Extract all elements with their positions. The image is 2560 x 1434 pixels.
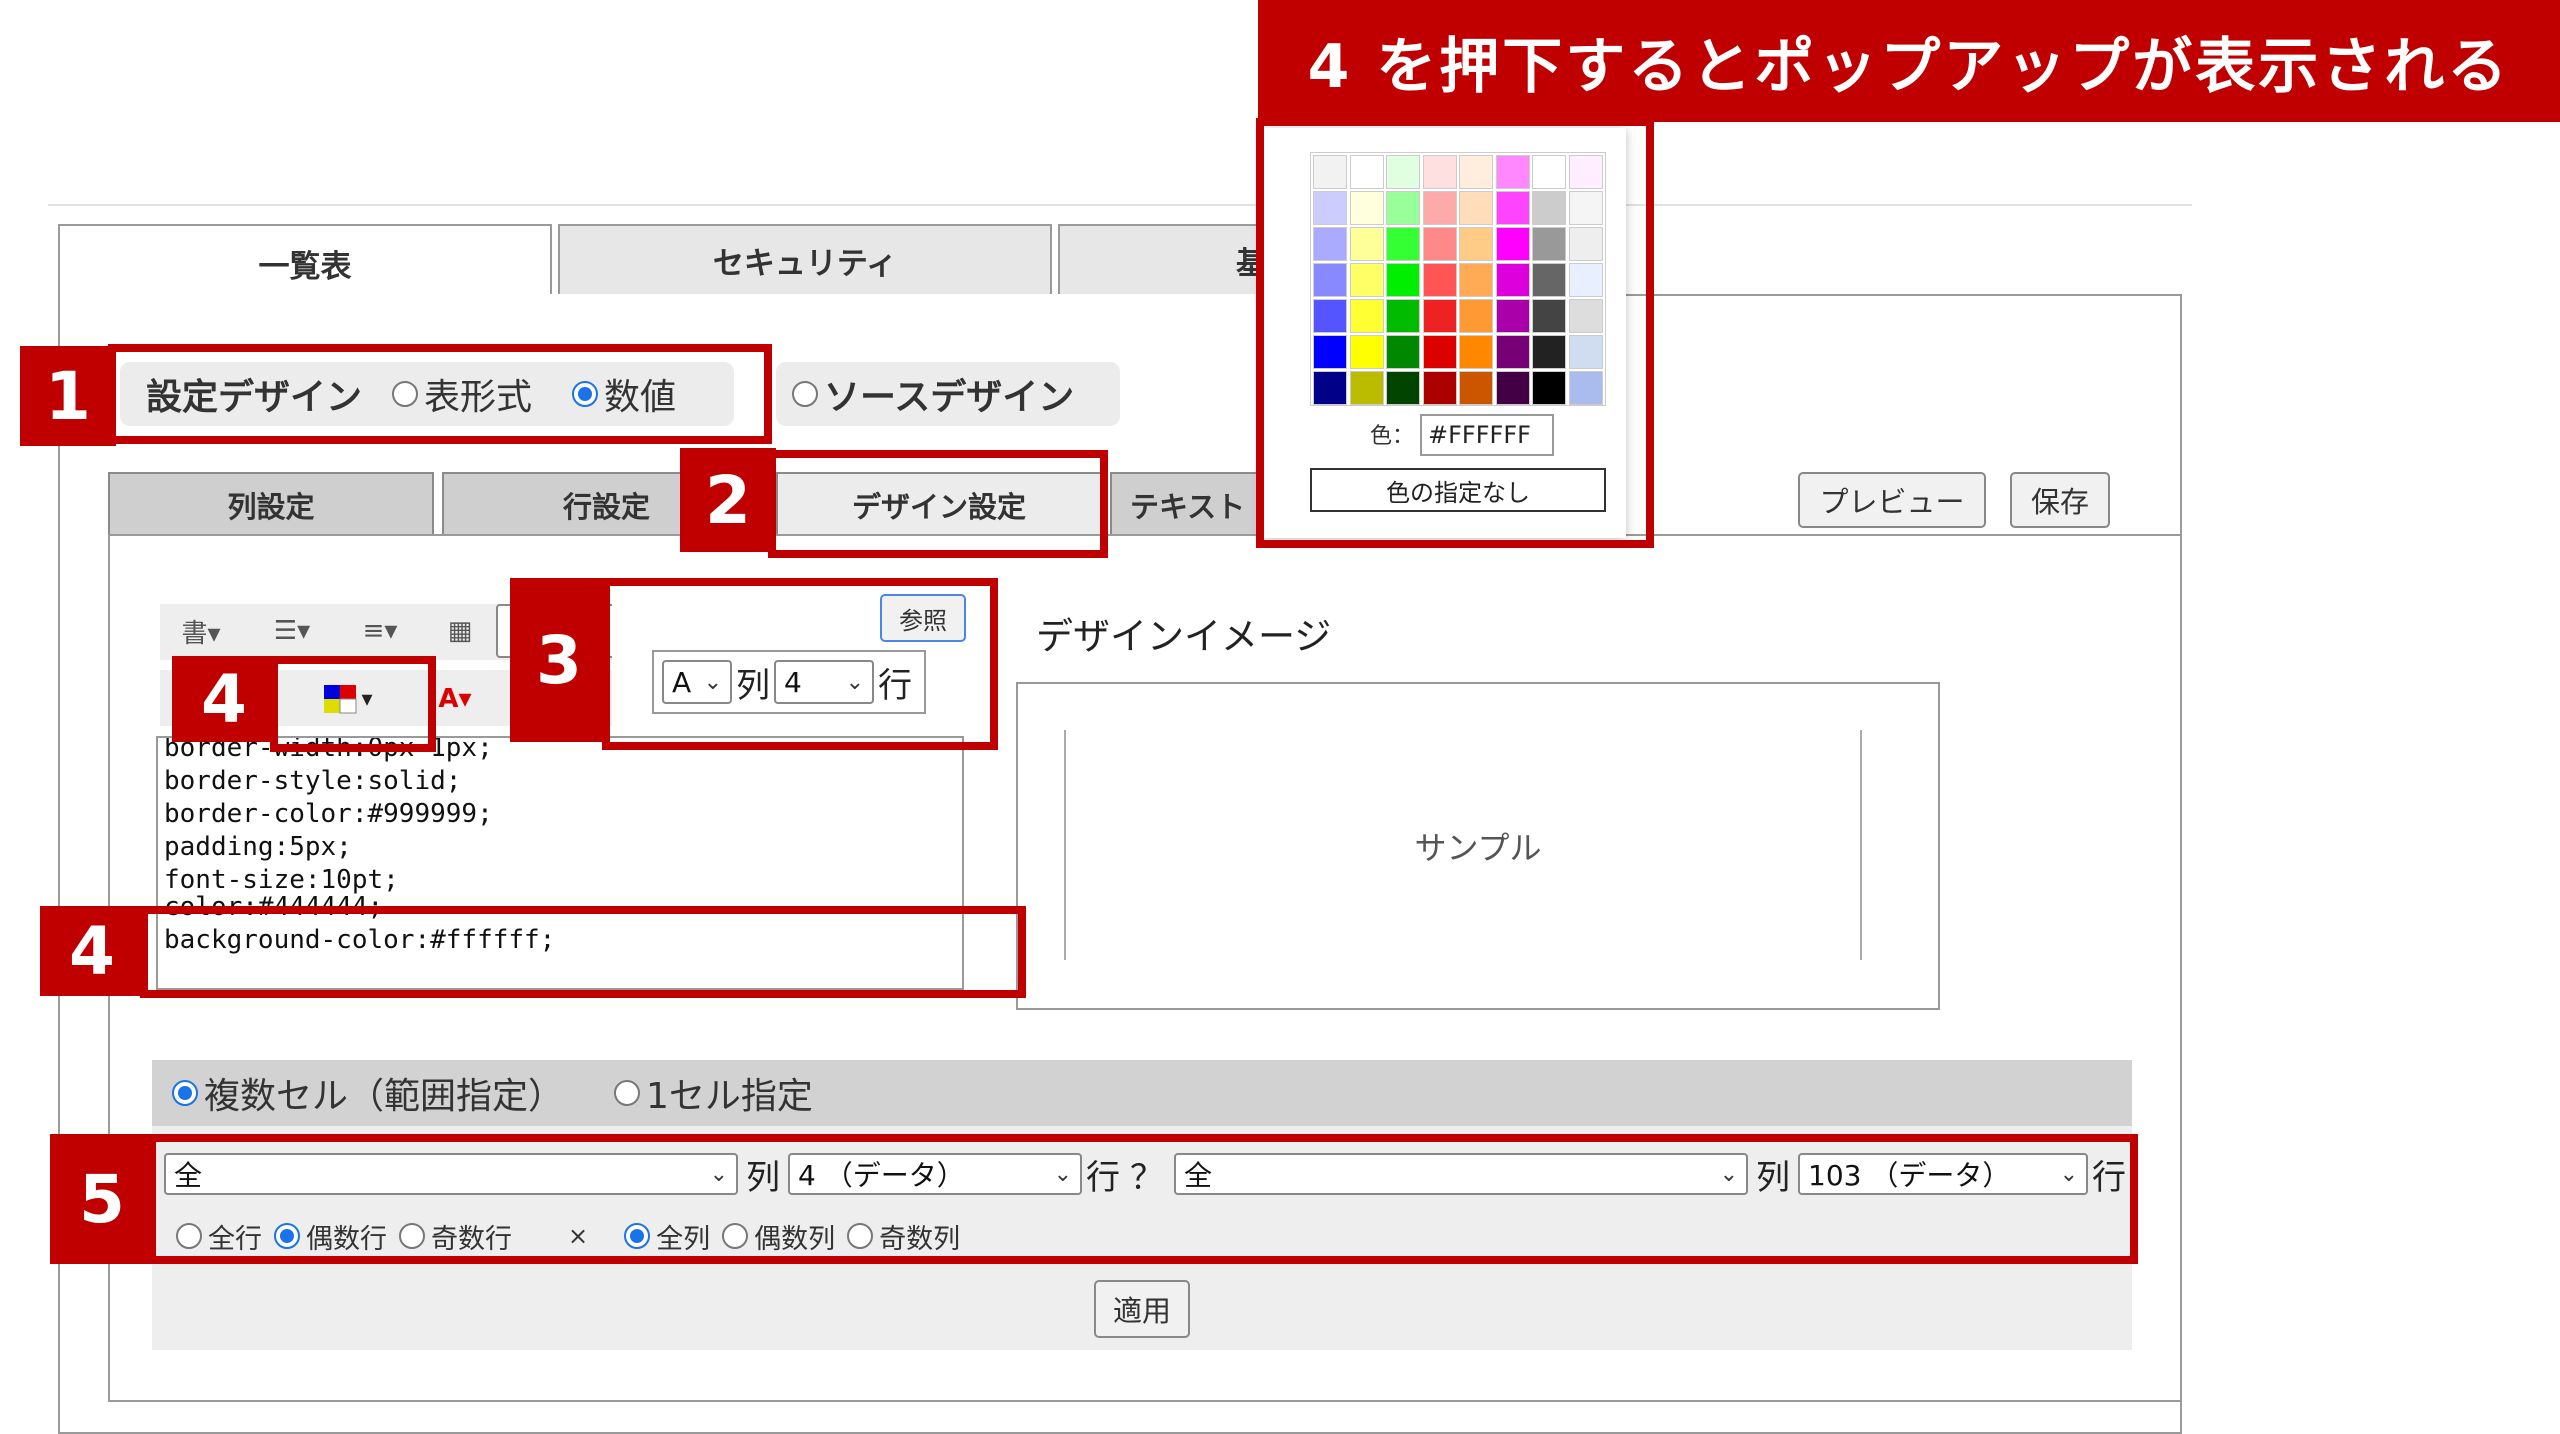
table-grid-icon[interactable]: ▦ <box>432 608 488 654</box>
css-line: padding:5px; <box>164 832 352 862</box>
tab-security[interactable]: セキュリティ <box>558 224 1052 294</box>
tab-list[interactable]: 一覧表 <box>58 224 552 300</box>
radio-source-label: ソースデザイン <box>824 377 1075 418</box>
preview-box: サンプル <box>1016 682 1940 1010</box>
save-button[interactable]: 保存 <box>2010 472 2110 528</box>
preview-sample: サンプル <box>1414 829 1542 867</box>
annotation-box-1 <box>108 344 772 444</box>
annotation-box-5 <box>148 1134 2138 1264</box>
annotation-box-2 <box>768 450 1108 558</box>
annotation-box-4b <box>140 906 1026 998</box>
align-dropdown-icon[interactable]: ☰▾ <box>256 608 328 654</box>
callout-1: 1 <box>20 346 116 446</box>
radio-multi-cell[interactable] <box>172 1080 198 1106</box>
callout-5: 5 <box>50 1134 154 1264</box>
radio-single-cell[interactable] <box>614 1080 641 1106</box>
radio-source[interactable] <box>792 381 818 407</box>
callout-4b: 4 <box>40 906 144 996</box>
source-design-group: ソースデザイン <box>776 362 1120 426</box>
callout-4a: 4 <box>172 656 276 742</box>
top-divider <box>48 204 2192 206</box>
list-dropdown-icon[interactable]: ≡▾ <box>344 608 416 654</box>
apply-button[interactable]: 適用 <box>1094 1280 1190 1338</box>
annotation-box-3 <box>602 578 998 750</box>
css-line: border-color:#999999; <box>164 799 493 829</box>
radio-single-cell-label: 1セル指定 <box>646 1076 813 1117</box>
css-line: border-style:solid; <box>164 766 462 796</box>
preview-button[interactable]: プレビュー <box>1798 472 1986 528</box>
subtab-column[interactable]: 列設定 <box>108 472 434 536</box>
callout-2: 2 <box>680 448 776 552</box>
callout-3: 3 <box>510 578 608 742</box>
font-color-icon[interactable]: A▾ <box>430 676 480 722</box>
annotation-box-popup <box>1256 118 1654 548</box>
preview-title: デザインイメージ <box>1036 615 1332 658</box>
annotation-box-4a <box>270 656 436 752</box>
cell-mode-group: 複数セル（範囲指定） 1セル指定 <box>152 1060 2132 1126</box>
font-style-dropdown-icon[interactable]: 書▾ <box>166 608 236 654</box>
radio-multi-cell-label: 複数セル（範囲指定） <box>204 1076 565 1117</box>
banner: 4 を押下するとポップアップが表示される <box>1258 0 2560 122</box>
